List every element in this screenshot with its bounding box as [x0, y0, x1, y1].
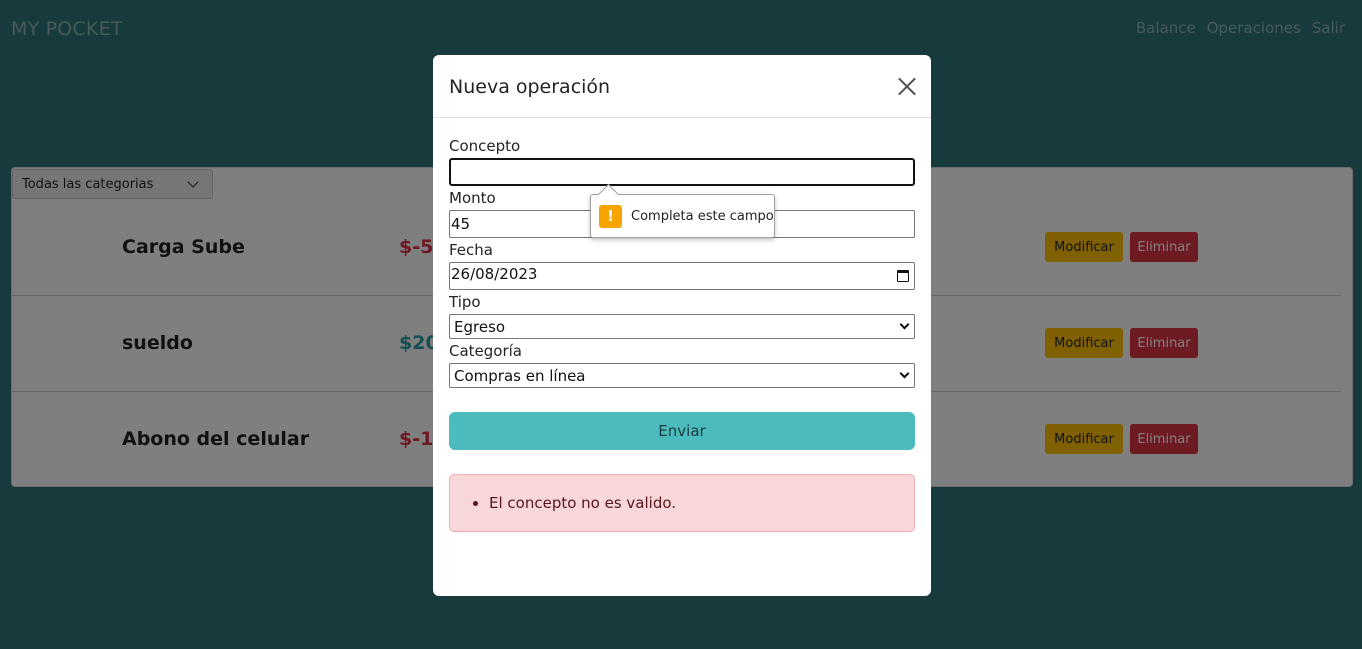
chevron-down-icon	[899, 319, 910, 330]
warning-icon: !	[599, 204, 622, 228]
modal-title: Nueva operación	[449, 76, 611, 98]
fecha-value: 26/08/2023	[451, 265, 538, 283]
tipo-value: Egreso	[454, 317, 506, 336]
tipo-label: Tipo	[449, 293, 481, 311]
concepto-label: Concepto	[449, 137, 521, 155]
validation-tooltip: ! Completa este campo	[590, 194, 775, 238]
concepto-input[interactable]	[449, 158, 915, 186]
modal-header: Nueva operación	[433, 55, 931, 118]
submit-button[interactable]: Enviar	[449, 412, 915, 450]
calendar-icon[interactable]	[897, 270, 909, 282]
error-message: El concepto no es valido.	[489, 494, 914, 512]
fecha-label: Fecha	[449, 241, 493, 259]
chevron-down-icon	[899, 368, 910, 379]
tipo-select[interactable]: Egreso	[449, 314, 915, 339]
validation-tooltip-text: Completa este campo	[631, 208, 774, 224]
categoria-select[interactable]: Compras en línea	[449, 363, 915, 388]
categoria-value: Compras en línea	[454, 366, 586, 385]
error-alert: El concepto no es valido.	[449, 474, 915, 532]
new-operation-modal: Nueva operación Concepto Monto Fecha 26/…	[433, 55, 931, 596]
monto-label: Monto	[449, 189, 496, 207]
close-icon[interactable]	[898, 77, 916, 95]
categoria-label: Categoría	[449, 342, 523, 360]
fecha-input[interactable]: 26/08/2023	[449, 262, 915, 290]
